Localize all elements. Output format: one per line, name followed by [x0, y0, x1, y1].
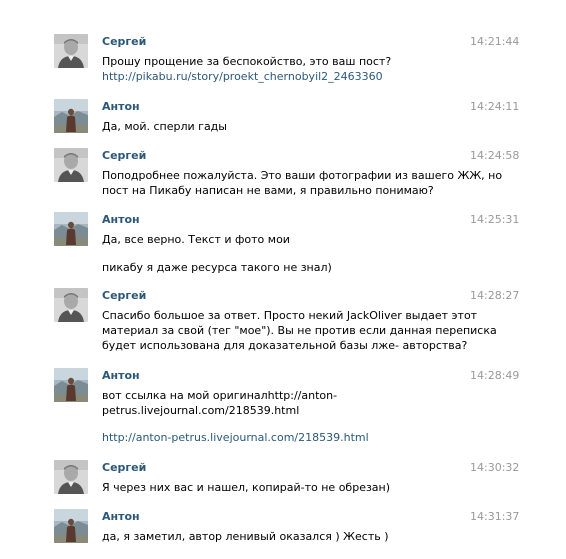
- message-text-line: материал за свой (тег "мое"). Вы не прот…: [102, 324, 497, 337]
- message-timestamp: 14:28:27: [470, 289, 520, 302]
- message-text-line: Да, мой. сперли гады: [102, 120, 227, 133]
- message-link[interactable]: http://pikabu.ru/story/proekt_chernobyil…: [102, 70, 383, 84]
- user-photo-sergey-icon[interactable]: [54, 288, 88, 322]
- message-timestamp: 14:21:44: [470, 35, 520, 48]
- author-name-link[interactable]: Антон: [102, 369, 140, 382]
- message-timestamp: 14:24:58: [470, 149, 520, 162]
- author-name-link[interactable]: Антон: [102, 510, 140, 523]
- author-name-link[interactable]: Сергей: [102, 35, 146, 48]
- message-text-line: Я через них вас и нашел, копирай-то не о…: [102, 481, 391, 494]
- message-text-line: вот ссылка на мой оригиналhttp://anton-: [102, 389, 338, 402]
- message-link[interactable]: http://anton-petrus.livejournal.com/2185…: [102, 431, 369, 445]
- author-name-link[interactable]: Антон: [102, 100, 140, 113]
- message-text-line: petrus.livejournal.com/218539.html: [102, 404, 300, 417]
- author-name-link[interactable]: Антон: [102, 213, 140, 226]
- message-text-line: Спасибо большое за ответ. Просто некий J…: [102, 309, 478, 322]
- message-text-line: да, я заметил, автор ленивый оказался ) …: [102, 530, 389, 543]
- user-photo-anton-icon[interactable]: [54, 509, 88, 543]
- message-text-line: Прошу прощение за беспокойство, это ваш …: [102, 55, 392, 68]
- user-photo-anton-icon[interactable]: [54, 212, 88, 246]
- message-timestamp: 14:24:11: [470, 100, 520, 113]
- message-text-line: пикабу я даже ресурса такого не знал): [102, 261, 332, 274]
- user-photo-sergey-icon[interactable]: [54, 460, 88, 494]
- user-photo-anton-icon[interactable]: [54, 368, 88, 402]
- user-photo-sergey-icon[interactable]: [54, 34, 88, 68]
- message-text-line: пост на Пикабу написан не вами, я правил…: [102, 184, 434, 197]
- message-text-line: Поподробнее пожалуйста. Это ваши фотогра…: [102, 169, 503, 182]
- message-timestamp: 14:25:31: [470, 213, 520, 226]
- message-timestamp: 14:30:32: [470, 461, 520, 474]
- author-name-link[interactable]: Сергей: [102, 149, 146, 162]
- user-photo-anton-icon[interactable]: [54, 99, 88, 133]
- message-text-line: будет использована для доказательной баз…: [102, 339, 468, 352]
- author-name-link[interactable]: Сергей: [102, 289, 146, 302]
- message-timestamp: 14:31:37: [470, 510, 520, 523]
- message-text-line: Да, все верно. Текст и фото мои: [102, 233, 290, 246]
- message-timestamp: 14:28:49: [470, 369, 520, 382]
- author-name-link[interactable]: Сергей: [102, 461, 146, 474]
- user-photo-sergey-icon[interactable]: [54, 148, 88, 182]
